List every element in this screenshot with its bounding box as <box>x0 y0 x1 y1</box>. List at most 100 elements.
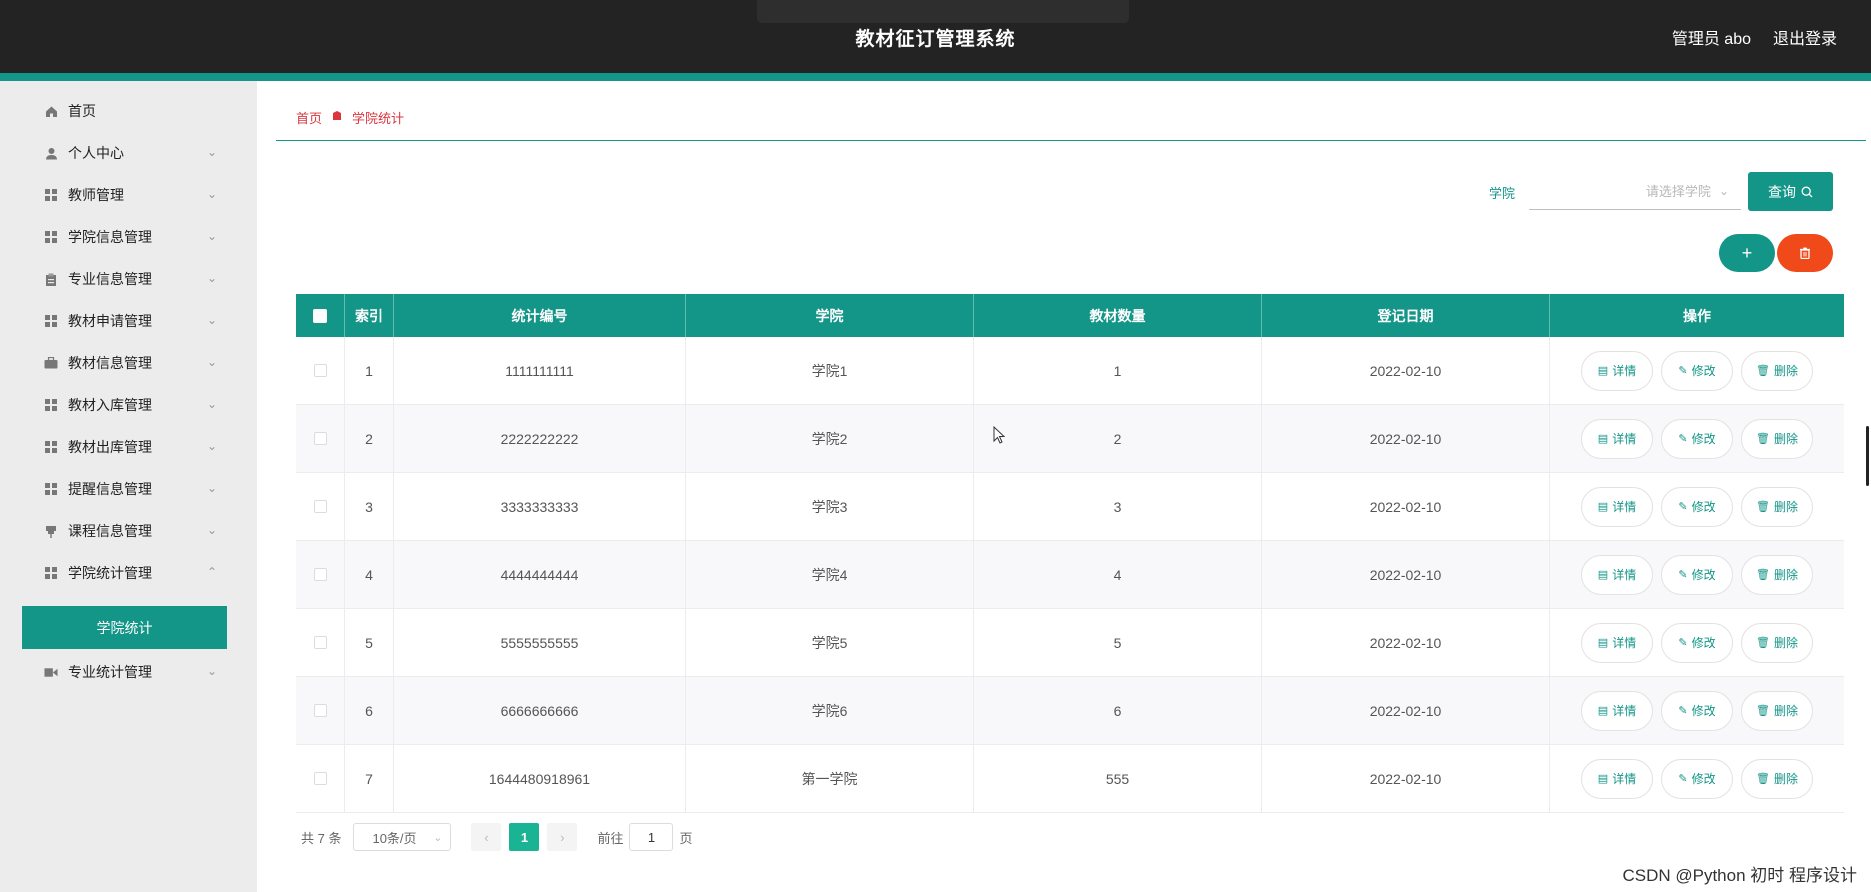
college-select[interactable]: 请选择学院 ⌄ <box>1529 172 1741 210</box>
sidebar-item-textbook-outbound[interactable]: 教材出库管理 ⌄ <box>0 426 257 468</box>
select-all-cell <box>296 294 345 337</box>
row-checkbox[interactable] <box>313 704 327 717</box>
pencil-icon: ✎ <box>1678 569 1688 581</box>
chevron-down-icon: ⌄ <box>206 355 217 369</box>
pin-icon <box>44 524 58 538</box>
pencil-icon: ✎ <box>1678 433 1688 445</box>
chevron-down-icon: ⌄ <box>206 523 217 537</box>
detail-button[interactable]: ▤ 详情 <box>1581 554 1653 595</box>
row-checkbox[interactable] <box>313 364 327 377</box>
sidebar-item-reminder[interactable]: 提醒信息管理 ⌄ <box>0 468 257 510</box>
delete-button[interactable]: 🗑 删除 <box>1741 418 1813 459</box>
batch-delete-button[interactable] <box>1777 234 1833 272</box>
edit-button[interactable]: ✎ 修改 <box>1661 418 1733 459</box>
delete-button[interactable]: 🗑 删除 <box>1741 690 1813 731</box>
sidebar-item-major-stats[interactable]: 专业统计管理 ⌄ <box>0 651 257 693</box>
user-icon <box>44 146 58 160</box>
main-content: 首页 学院统计 学院 请选择学院 ⌄ 查询 + 索引 统计编号 学院 教材数量 … <box>257 81 1871 892</box>
row-checkbox-cell <box>296 405 345 472</box>
breadcrumb-home[interactable]: 首页 <box>296 108 322 127</box>
table-row: 5 5555555555 学院5 5 2022-02-10 ▤ 详情 ✎ 修改 🗑 删除 <box>296 609 1844 677</box>
detail-button[interactable]: ▤ 详情 <box>1581 350 1653 391</box>
search-button[interactable]: 查询 <box>1748 172 1833 211</box>
delete-button[interactable]: 🗑 删除 <box>1741 486 1813 527</box>
logout-link[interactable]: 退出登录 <box>1773 25 1837 49</box>
select-all-checkbox[interactable] <box>313 308 327 323</box>
breadcrumb-separator-icon <box>332 111 342 124</box>
register-date-cell: 2022-02-10 <box>1262 473 1550 540</box>
video-icon <box>44 665 58 679</box>
chevron-down-icon: ⌄ <box>206 229 217 243</box>
detail-button[interactable]: ▤ 详情 <box>1581 622 1653 663</box>
sidebar-subitem-college-stats[interactable]: 学院统计 <box>22 606 227 649</box>
chevron-right-icon: › <box>560 829 565 845</box>
table-row: 4 4444444444 学院4 4 2022-02-10 ▤ 详情 ✎ 修改 🗑 删除 <box>296 541 1844 609</box>
delete-button[interactable]: 🗑 删除 <box>1741 758 1813 799</box>
actions-cell: ▤ 详情 ✎ 修改 🗑 删除 <box>1550 745 1844 812</box>
sidebar-item-label: 教材入库管理 <box>68 397 152 413</box>
sidebar-item-college-stats[interactable]: 学院统计管理 ⌃ <box>0 552 257 594</box>
table-row: 6 6666666666 学院6 6 2022-02-10 ▤ 详情 ✎ 修改 🗑 删除 <box>296 677 1844 745</box>
goto-page-input[interactable]: 1 <box>629 823 674 851</box>
top-bar: 教材征订管理系统 管理员 abo 退出登录 <box>0 0 1871 73</box>
next-page-button[interactable]: › <box>547 823 578 851</box>
row-checkbox[interactable] <box>313 432 327 445</box>
document-icon: ▤ <box>1597 773 1609 785</box>
edit-button[interactable]: ✎ 修改 <box>1661 554 1733 595</box>
sidebar-item-label: 个人中心 <box>68 145 124 161</box>
scrollbar-thumb[interactable] <box>1866 426 1869 486</box>
sidebar-item-textbook-info[interactable]: 教材信息管理 ⌄ <box>0 342 257 384</box>
chevron-down-icon: ⌄ <box>206 187 217 201</box>
detail-button[interactable]: ▤ 详情 <box>1581 418 1653 459</box>
delete-button[interactable]: 🗑 删除 <box>1741 554 1813 595</box>
detail-button-label: 详情 <box>1612 432 1637 446</box>
briefcase-icon <box>44 356 58 370</box>
row-checkbox[interactable] <box>313 500 327 513</box>
sidebar-item-textbook-application[interactable]: 教材申请管理 ⌄ <box>0 300 257 342</box>
delete-button-label: 删除 <box>1773 704 1798 718</box>
edit-button[interactable]: ✎ 修改 <box>1661 486 1733 527</box>
trash-icon: 🗑 <box>1756 501 1770 513</box>
college-cell: 学院6 <box>686 677 974 744</box>
prev-page-button[interactable]: ‹ <box>471 823 502 851</box>
sidebar-item-college-info[interactable]: 学院信息管理 ⌄ <box>0 216 257 258</box>
trash-icon: 🗑 <box>1756 433 1770 445</box>
edit-button[interactable]: ✎ 修改 <box>1661 350 1733 391</box>
actions-cell: ▤ 详情 ✎ 修改 🗑 删除 <box>1550 677 1844 744</box>
page-size-select[interactable]: 10条/页 ⌄ <box>353 823 452 851</box>
index-cell: 6 <box>345 677 394 744</box>
chevron-down-icon: ⌄ <box>1718 183 1729 198</box>
row-checkbox[interactable] <box>313 568 327 581</box>
delete-button[interactable]: 🗑 删除 <box>1741 350 1813 391</box>
stats-code-cell: 3333333333 <box>394 473 686 540</box>
sidebar-item-label: 学院信息管理 <box>68 229 152 245</box>
edit-button[interactable]: ✎ 修改 <box>1661 622 1733 663</box>
page-size-label: 10条/页 <box>372 830 417 846</box>
detail-button[interactable]: ▤ 详情 <box>1581 690 1653 731</box>
delete-button[interactable]: 🗑 删除 <box>1741 622 1813 663</box>
detail-button-label: 详情 <box>1612 704 1637 718</box>
column-header: 操作 <box>1683 307 1711 324</box>
sidebar-item-home[interactable]: 首页 <box>0 90 257 132</box>
page-number-button[interactable]: 1 <box>509 823 540 851</box>
delete-button-label: 删除 <box>1773 636 1798 650</box>
sidebar-item-label: 教材出库管理 <box>68 439 152 455</box>
sidebar-item-label: 教材信息管理 <box>68 355 152 371</box>
sidebar-item-personal-center[interactable]: 个人中心 ⌄ <box>0 132 257 174</box>
add-button[interactable]: + <box>1719 234 1775 272</box>
stats-code-cell: 5555555555 <box>394 609 686 676</box>
register-date-cell: 2022-02-10 <box>1262 541 1550 608</box>
edit-button[interactable]: ✎ 修改 <box>1661 758 1733 799</box>
document-icon: ▤ <box>1597 433 1609 445</box>
row-checkbox[interactable] <box>313 636 327 649</box>
row-checkbox[interactable] <box>313 772 327 785</box>
row-actions: ▤ 详情 ✎ 修改 🗑 删除 <box>1581 350 1813 391</box>
sidebar-item-major-info[interactable]: 专业信息管理 ⌄ <box>0 258 257 300</box>
detail-button[interactable]: ▤ 详情 <box>1581 486 1653 527</box>
sidebar-item-textbook-inbound[interactable]: 教材入库管理 ⌄ <box>0 384 257 426</box>
edit-button[interactable]: ✎ 修改 <box>1661 690 1733 731</box>
sidebar-item-teacher[interactable]: 教师管理 ⌄ <box>0 174 257 216</box>
sidebar-item-course-info[interactable]: 课程信息管理 ⌄ <box>0 510 257 552</box>
detail-button[interactable]: ▤ 详情 <box>1581 758 1653 799</box>
document-icon: ▤ <box>1597 705 1609 717</box>
